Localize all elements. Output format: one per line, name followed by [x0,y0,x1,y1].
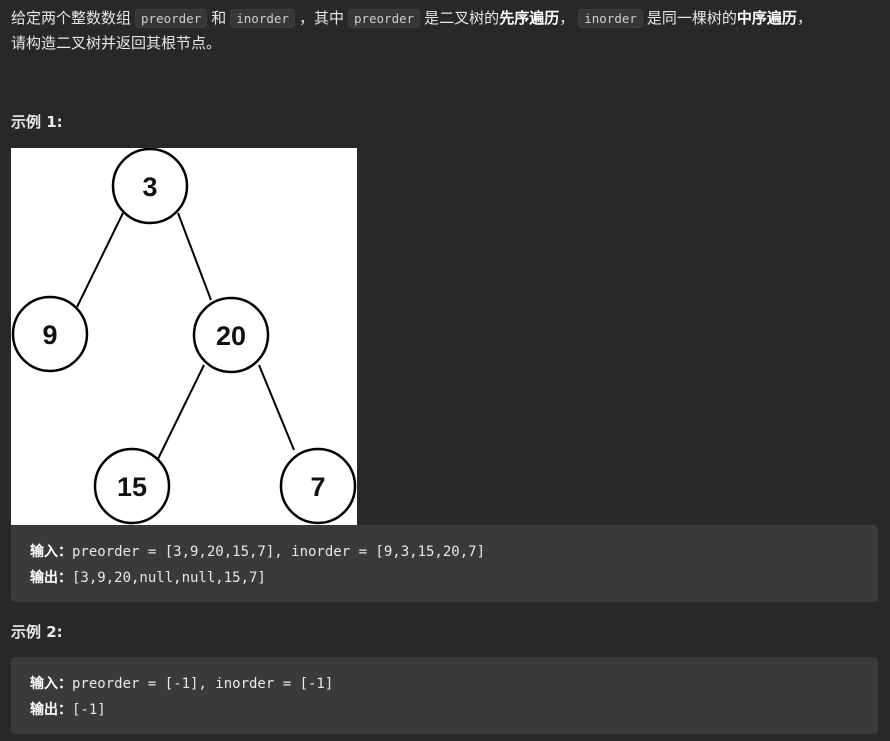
example-2-title: 示例 2: [11,623,63,641]
problem-content: 给定两个整数数组 preorder 和 inorder ，其中 preorder 是二叉树的… [11,0,879,734]
desc-line-2: 请构造二叉树并返回其根节点。 [11,34,222,52]
tree-edge [258,364,295,451]
tree-edge [177,212,212,301]
desc-text-5: ， [559,9,575,27]
example-1-title: 示例 1: [11,113,63,131]
tree-node-label: 3 [142,172,157,202]
tree-node-label: 20 [216,321,246,351]
output-value: [-1] [72,702,106,718]
desc-text-6: 是同一棵树的 [646,9,737,27]
tree-node: 7 [279,447,357,525]
example-1-output-line: 输出：[3,9,20,null,null,15,7] [30,565,859,591]
tree-edge [156,364,205,462]
tree-edge [76,212,124,308]
example-2-input-line: 输入：preorder = [-1], inorder = [-1] [30,671,859,697]
bold-preorder-traversal: 先序遍历 [499,9,560,27]
tree-node-label: 15 [117,472,147,502]
example-1-input-line: 输入：preorder = [3,9,20,15,7], inorder = [… [30,539,859,565]
output-label: 输出： [30,702,72,718]
code-preorder: preorder [135,9,208,28]
desc-text-2: 和 [211,9,227,27]
binary-tree-diagram: 3 9 20 15 7 [11,147,357,525]
problem-description: 给定两个整数数组 preorder 和 inorder ，其中 preorder 是二叉树的… [11,6,879,55]
tree-node-label: 9 [42,320,57,350]
tree-node: 15 [93,447,171,525]
desc-text-1: 给定两个整数数组 [11,9,132,27]
tree-node: 9 [11,295,89,373]
code-inorder-2: inorder [578,9,643,28]
input-label: 输入： [30,676,72,692]
output-value: [3,9,20,null,null,15,7] [72,570,266,586]
bold-inorder-traversal: 中序遍历 [736,9,797,27]
example-2-code-block: 输入：preorder = [-1], inorder = [-1] 输出：[-… [11,657,878,734]
desc-text-3: ，其中 [298,9,344,27]
tree-node: 3 [111,147,189,225]
code-preorder-2: preorder [347,9,421,28]
example-2-output-line: 输出：[-1] [30,697,859,723]
input-value: preorder = [3,9,20,15,7], inorder = [9,3… [72,544,486,560]
desc-text-7: ， [796,9,812,27]
desc-text-4: 是二叉树的 [424,9,500,27]
code-inorder: inorder [230,9,295,28]
example-1-tree-image: 3 9 20 15 7 [11,147,357,525]
input-value: preorder = [-1], inorder = [-1] [72,676,334,692]
example-1-code-block: 输入：preorder = [3,9,20,15,7], inorder = [… [11,525,878,602]
tree-node: 20 [192,296,270,374]
input-label: 输入： [30,544,72,560]
tree-node-label: 7 [310,472,325,502]
output-label: 输出： [30,570,72,586]
